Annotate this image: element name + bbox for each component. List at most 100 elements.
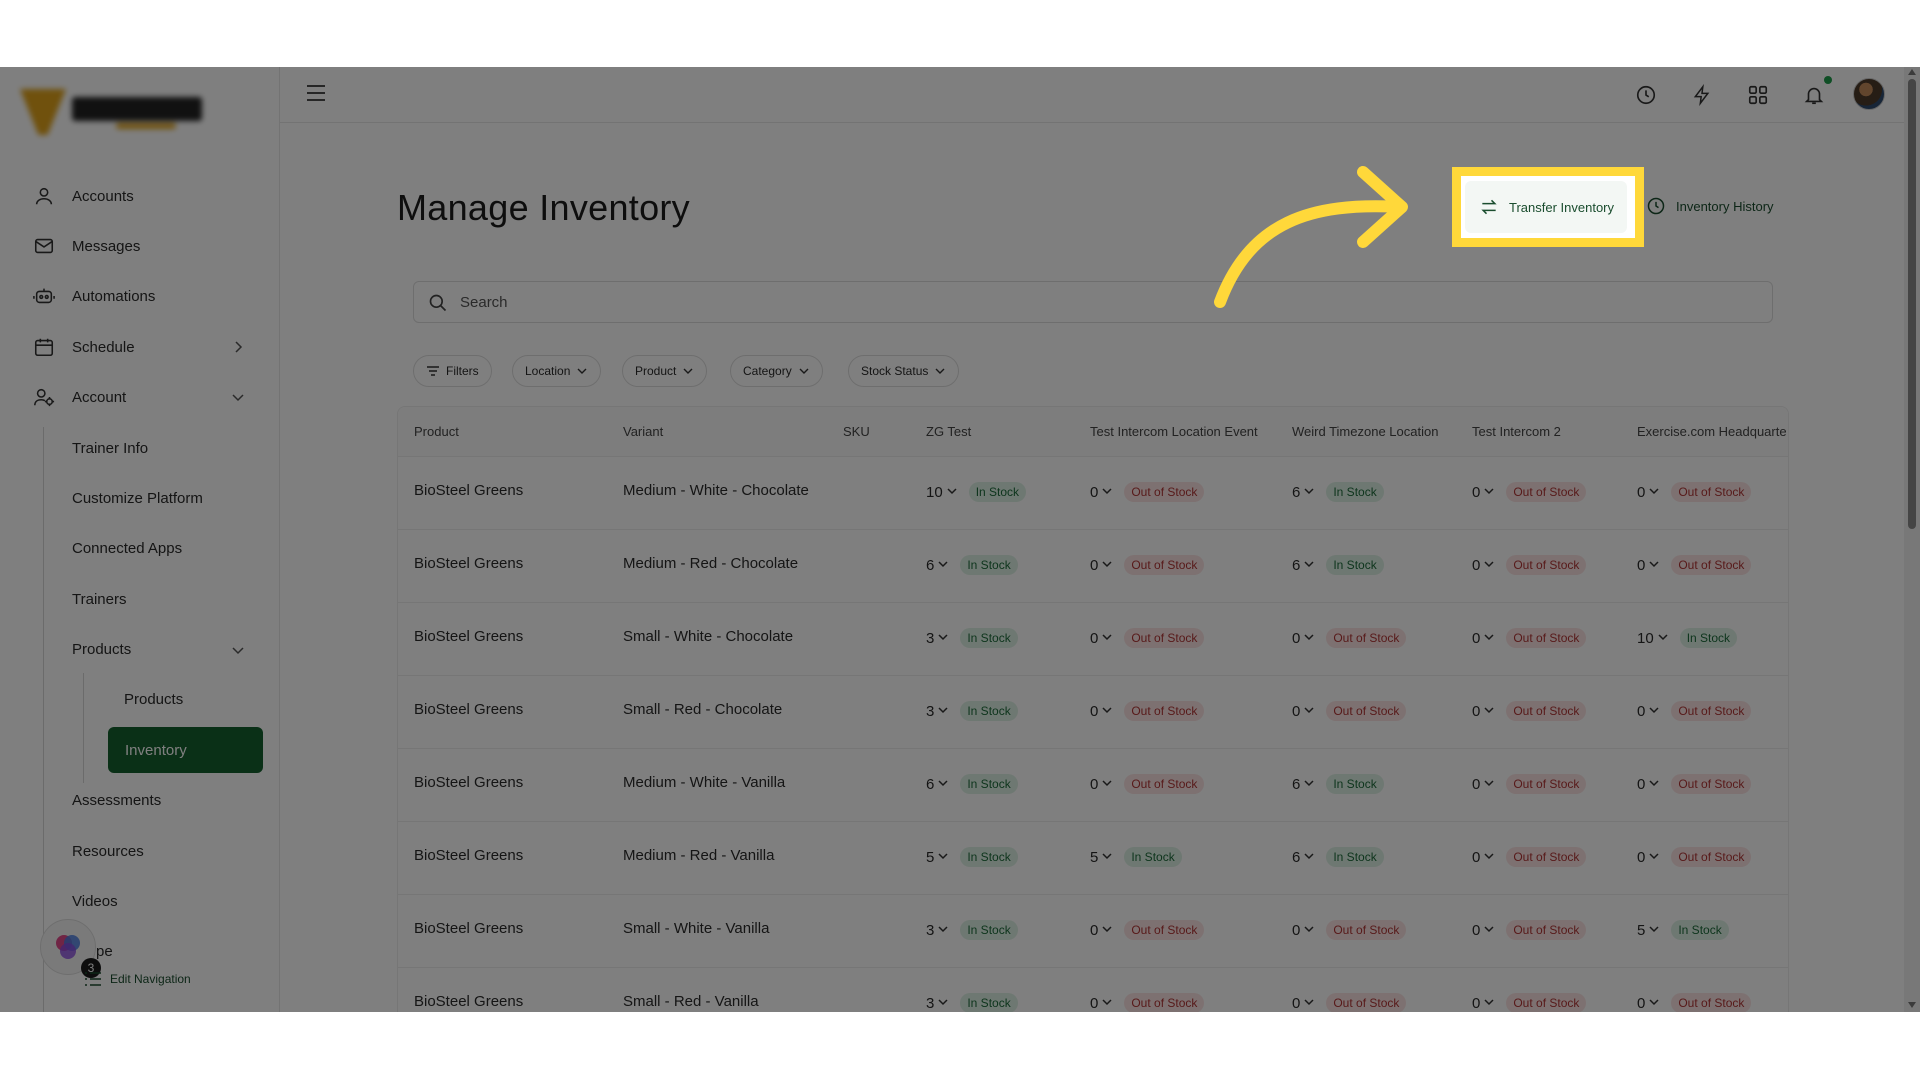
sidebar-sub-trainers[interactable]: Trainers	[72, 584, 126, 614]
sidebar-sub-customize-platform[interactable]: Customize Platform	[72, 483, 203, 513]
stock-quantity-dropdown[interactable]: 0 Out of Stock	[1292, 920, 1407, 940]
stock-quantity-dropdown[interactable]: 0 Out of Stock	[1090, 774, 1205, 794]
sidebar-sub-assessments[interactable]: Assessments	[72, 785, 161, 815]
stock-quantity-dropdown[interactable]: 0 Out of Stock	[1472, 920, 1587, 940]
stock-quantity-dropdown[interactable]: 0 Out of Stock	[1472, 993, 1587, 1012]
column-header[interactable]: Product	[414, 424, 459, 439]
stock-quantity-dropdown[interactable]: 6 In Stock	[1292, 482, 1384, 502]
stock-quantity-dropdown[interactable]: 0 Out of Stock	[1472, 482, 1587, 502]
status-badge: In Stock	[1671, 920, 1729, 940]
stock-quantity-dropdown[interactable]: 0 Out of Stock	[1637, 774, 1752, 794]
chevron-right-icon[interactable]	[230, 339, 246, 355]
lightning-icon[interactable]	[1688, 81, 1716, 109]
column-header[interactable]: Exercise.com Headquarte	[1637, 424, 1787, 439]
stock-quantity-dropdown[interactable]: 0 Out of Stock	[1090, 555, 1205, 575]
stock-quantity-dropdown[interactable]: 3 In Stock	[926, 628, 1018, 648]
stock-status-filter-dropdown[interactable]: Stock Status	[848, 355, 960, 387]
column-header[interactable]: Test Intercom 2	[1472, 424, 1561, 439]
category-filter-dropdown[interactable]: Category	[730, 355, 823, 387]
stock-quantity-dropdown[interactable]: 0 Out of Stock	[1090, 993, 1205, 1012]
scroll-thumb[interactable]	[1908, 79, 1916, 529]
stock-quantity-dropdown[interactable]: 5 In Stock	[926, 847, 1018, 867]
stock-quantity-dropdown[interactable]: 0 Out of Stock	[1090, 482, 1205, 502]
sidebar-subsub-inventory[interactable]: Inventory	[108, 727, 263, 773]
scroll-up-arrow-icon[interactable]	[1908, 69, 1916, 75]
table-row[interactable]: BioSteel Greens Medium - Red - Vanilla 5 In…	[398, 822, 1788, 895]
list-icon	[85, 972, 101, 986]
table-row[interactable]: BioSteel Greens Small - Red - Chocolate 3 I…	[398, 676, 1788, 749]
stock-quantity-dropdown[interactable]: 0 Out of Stock	[1292, 701, 1407, 721]
sidebar-item-automations[interactable]: Automations	[0, 276, 280, 316]
scroll-down-arrow-icon[interactable]	[1908, 1002, 1916, 1008]
stock-quantity-dropdown[interactable]: 0 Out of Stock	[1637, 555, 1752, 575]
table-row[interactable]: BioSteel Greens Medium - White - Vanilla 6…	[398, 749, 1788, 822]
stock-quantity-dropdown[interactable]: 3 In Stock	[926, 701, 1018, 721]
stock-quantity-dropdown[interactable]: 6 In Stock	[926, 555, 1018, 575]
column-header[interactable]: Variant	[623, 424, 663, 439]
help-widget-button[interactable]: 3	[40, 919, 101, 978]
status-badge: Out of Stock	[1671, 555, 1752, 575]
apps-grid-icon[interactable]	[1744, 81, 1772, 109]
chevron-down-icon	[937, 703, 949, 720]
sidebar-sub-connected-apps[interactable]: Connected Apps	[72, 533, 182, 563]
stock-quantity-dropdown[interactable]: 0 Out of Stock	[1472, 774, 1587, 794]
stock-quantity-dropdown[interactable]: 0 Out of Stock	[1090, 628, 1205, 648]
table-row[interactable]: BioSteel Greens Medium - White - Chocolat…	[398, 457, 1788, 530]
stock-quantity-dropdown[interactable]: 6 In Stock	[1292, 847, 1384, 867]
stock-quantity-dropdown[interactable]: 10 In Stock	[1637, 628, 1738, 648]
inventory-history-button[interactable]: Inventory History	[1646, 181, 1774, 231]
stock-quantity-dropdown[interactable]: 0 Out of Stock	[1090, 920, 1205, 940]
sidebar-sub-products[interactable]: Products	[72, 634, 131, 664]
sidebar-item-account[interactable]: Account	[0, 377, 280, 417]
stock-quantity-dropdown[interactable]: 0 Out of Stock	[1292, 628, 1407, 648]
stock-quantity-dropdown[interactable]: 0 Out of Stock	[1637, 993, 1752, 1012]
stock-quantity-dropdown[interactable]: 3 In Stock	[926, 993, 1018, 1012]
stock-quantity-dropdown[interactable]: 0 Out of Stock	[1472, 628, 1587, 648]
sidebar-item-schedule[interactable]: Schedule	[0, 327, 280, 367]
search-bar[interactable]	[413, 281, 1773, 323]
edit-navigation-link[interactable]: Edit Navigation	[84, 971, 191, 987]
transfer-inventory-button-highlighted[interactable]: Transfer Inventory	[1465, 181, 1627, 233]
stock-quantity-dropdown[interactable]: 5 In Stock	[1637, 920, 1729, 940]
filters-button[interactable]: Filters	[413, 355, 492, 387]
stock-quantity-dropdown[interactable]: 0 Out of Stock	[1472, 847, 1587, 867]
product-filter-dropdown[interactable]: Product	[622, 355, 708, 387]
sidebar-sub-trainer-info[interactable]: Trainer Info	[72, 433, 148, 463]
table-row[interactable]: BioSteel Greens Medium - Red - Chocolate 6…	[398, 530, 1788, 603]
avatar[interactable]	[1853, 78, 1885, 110]
sidebar-item-messages[interactable]: Messages	[0, 226, 280, 266]
page-scrollbar[interactable]	[1904, 67, 1920, 1012]
stock-quantity-dropdown[interactable]: 6 In Stock	[1292, 774, 1384, 794]
chevron-down-icon[interactable]	[230, 389, 246, 405]
stock-quantity-dropdown[interactable]: 0 Out of Stock	[1637, 482, 1752, 502]
column-header[interactable]: SKU	[843, 424, 870, 439]
history-clock-icon[interactable]	[1632, 81, 1660, 109]
column-header[interactable]: Test Intercom Location Event	[1090, 424, 1258, 439]
table-row[interactable]: BioSteel Greens Small - White - Vanilla 3 I…	[398, 895, 1788, 968]
stock-quantity-dropdown[interactable]: 0 Out of Stock	[1472, 701, 1587, 721]
stock-quantity-dropdown[interactable]: 0 Out of Stock	[1292, 993, 1407, 1012]
chevron-down-icon[interactable]	[230, 642, 246, 663]
stock-quantity-dropdown[interactable]: 6 In Stock	[1292, 555, 1384, 575]
column-header[interactable]: ZG Test	[926, 424, 971, 439]
sidebar-item-accounts[interactable]: Accounts	[0, 176, 280, 216]
sidebar-sub-videos[interactable]: Videos	[72, 886, 118, 916]
brand-logo[interactable]	[16, 87, 206, 137]
transfer-inventory-highlight[interactable]: Transfer Inventory	[1452, 167, 1644, 247]
column-header[interactable]: Weird Timezone Location	[1292, 424, 1438, 439]
stock-quantity-dropdown[interactable]: 0 Out of Stock	[1637, 701, 1752, 721]
menu-icon[interactable]	[306, 84, 326, 107]
sidebar-subsub-products[interactable]: Products	[124, 684, 183, 714]
stock-quantity-dropdown[interactable]: 5 In Stock	[1090, 847, 1182, 867]
table-row[interactable]: BioSteel Greens Small - Red - Vanilla 3 In …	[398, 968, 1788, 1012]
location-filter-dropdown[interactable]: Location	[512, 355, 602, 387]
bell-icon[interactable]	[1800, 81, 1828, 109]
stock-quantity-dropdown[interactable]: 0 Out of Stock	[1637, 847, 1752, 867]
table-row[interactable]: BioSteel Greens Small - White - Chocolate…	[398, 603, 1788, 676]
sidebar-sub-resources[interactable]: Resources	[72, 836, 144, 866]
stock-quantity-dropdown[interactable]: 6 In Stock	[926, 774, 1018, 794]
stock-quantity-dropdown[interactable]: 10 In Stock	[926, 482, 1027, 502]
stock-quantity-dropdown[interactable]: 3 In Stock	[926, 920, 1018, 940]
stock-quantity-dropdown[interactable]: 0 Out of Stock	[1472, 555, 1587, 575]
stock-quantity-dropdown[interactable]: 0 Out of Stock	[1090, 701, 1205, 721]
